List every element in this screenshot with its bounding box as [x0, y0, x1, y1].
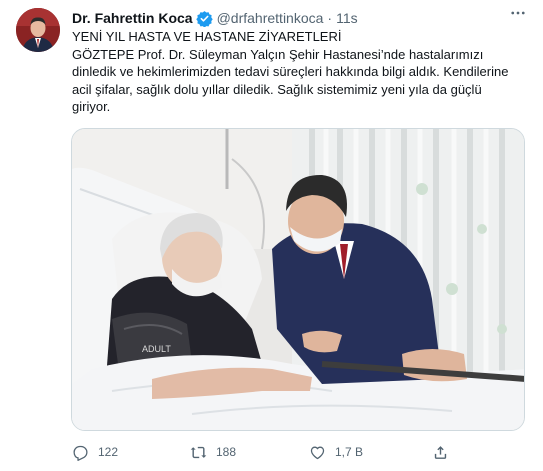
retweet-icon: [190, 446, 207, 458]
tweet-header: Dr. Fahrettin Koca @drfahrettinkoca · 11…: [72, 8, 523, 28]
separator-dot: ·: [327, 10, 333, 26]
avatar[interactable]: [16, 8, 60, 52]
heart-icon: [310, 446, 325, 459]
cuff-label: ADULT: [142, 344, 171, 354]
like-button[interactable]: 1,7 B: [309, 444, 363, 461]
author-handle[interactable]: @drfahrettinkoca: [217, 10, 324, 26]
tweet-actions: 122 188 1,7 B: [72, 440, 492, 464]
reply-button[interactable]: 122: [72, 444, 118, 461]
tweet-timestamp[interactable]: 11s: [336, 10, 358, 26]
reply-count: 122: [98, 445, 119, 459]
share-button[interactable]: [432, 444, 458, 461]
like-count: 1,7 B: [335, 445, 364, 459]
tweet-text: YENİ YIL HASTA VE HASTANE ZİYARETLERİ GÖ…: [72, 29, 509, 114]
retweet-button[interactable]: 188: [190, 444, 236, 461]
author-name[interactable]: Dr. Fahrettin Koca: [72, 10, 193, 26]
more-options-icon[interactable]: [507, 4, 529, 26]
verified-badge-icon: [195, 10, 213, 27]
tweet-card[interactable]: Dr. Fahrettin Koca @drfahrettinkoca · 11…: [0, 0, 543, 471]
share-icon: [434, 445, 447, 459]
reply-icon: [73, 445, 88, 461]
retweet-count: 188: [216, 445, 237, 459]
tweet-photo[interactable]: ADULT: [71, 128, 525, 431]
